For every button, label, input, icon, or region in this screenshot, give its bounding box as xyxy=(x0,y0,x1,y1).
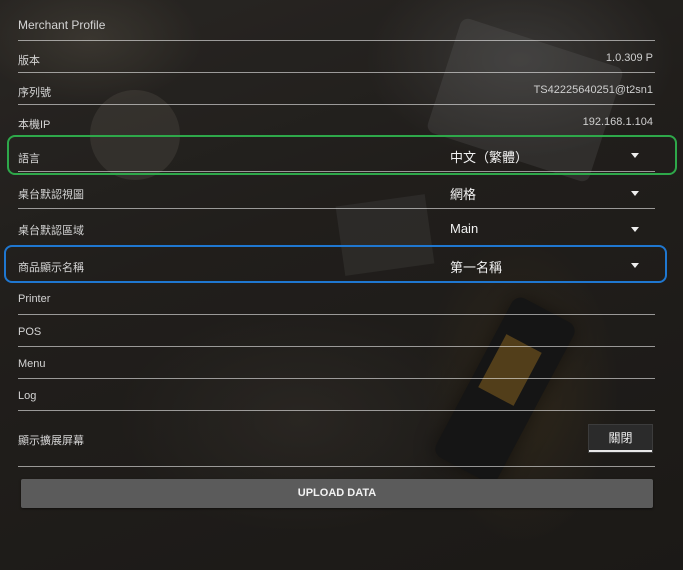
table-view-row[interactable]: 桌台默認視圖 網格 xyxy=(18,172,655,209)
menu-label: Menu xyxy=(18,358,46,370)
extended-screen-row: 顯示擴展屏幕 xyxy=(18,411,655,467)
settings-panel: Merchant Profile 版本 1.0.309 P 序列號 TS4222… xyxy=(0,0,683,570)
table-area-select[interactable]: Main xyxy=(450,221,478,236)
version-value: 1.0.309 P xyxy=(605,52,653,64)
log-label: Log xyxy=(18,390,37,402)
local-ip-value: 192.168.1.104 xyxy=(582,116,653,128)
extended-screen-toggle[interactable]: 關閉 xyxy=(588,424,653,453)
table-view-label: 桌台默認視圖 xyxy=(18,189,84,201)
merchant-profile-title: Merchant Profile xyxy=(18,18,106,32)
printer-label: Printer xyxy=(18,293,51,305)
local-ip-label: 本機IP xyxy=(18,119,51,131)
merchant-profile-row[interactable]: Merchant Profile xyxy=(18,0,655,41)
table-area-row[interactable]: 桌台默認區域 Main xyxy=(18,209,655,247)
pos-row[interactable]: POS xyxy=(18,315,655,347)
table-area-label: 桌台默認區域 xyxy=(18,225,84,237)
product-name-highlight xyxy=(4,245,667,283)
serial-row: 序列號 TS42225640251@t2sn1 xyxy=(18,73,655,105)
language-highlight xyxy=(7,135,677,175)
pos-label: POS xyxy=(18,326,42,338)
table-view-select[interactable]: 網格 xyxy=(450,184,476,203)
serial-value: TS42225640251@t2sn1 xyxy=(533,84,653,96)
table-area-dropdown-icon[interactable] xyxy=(631,227,639,232)
version-label: 版本 xyxy=(18,55,40,67)
log-row[interactable]: Log xyxy=(18,379,655,411)
upload-data-button[interactable]: UPLOAD DATA xyxy=(21,479,653,508)
extended-screen-label: 顯示擴展屏幕 xyxy=(18,435,84,447)
menu-row[interactable]: Menu xyxy=(18,347,655,379)
printer-row[interactable]: Printer xyxy=(18,282,655,315)
table-view-dropdown-icon[interactable] xyxy=(631,191,639,196)
local-ip-row: 本機IP 192.168.1.104 xyxy=(18,105,655,137)
version-row: 版本 1.0.309 P xyxy=(18,41,655,73)
serial-label: 序列號 xyxy=(18,87,51,99)
